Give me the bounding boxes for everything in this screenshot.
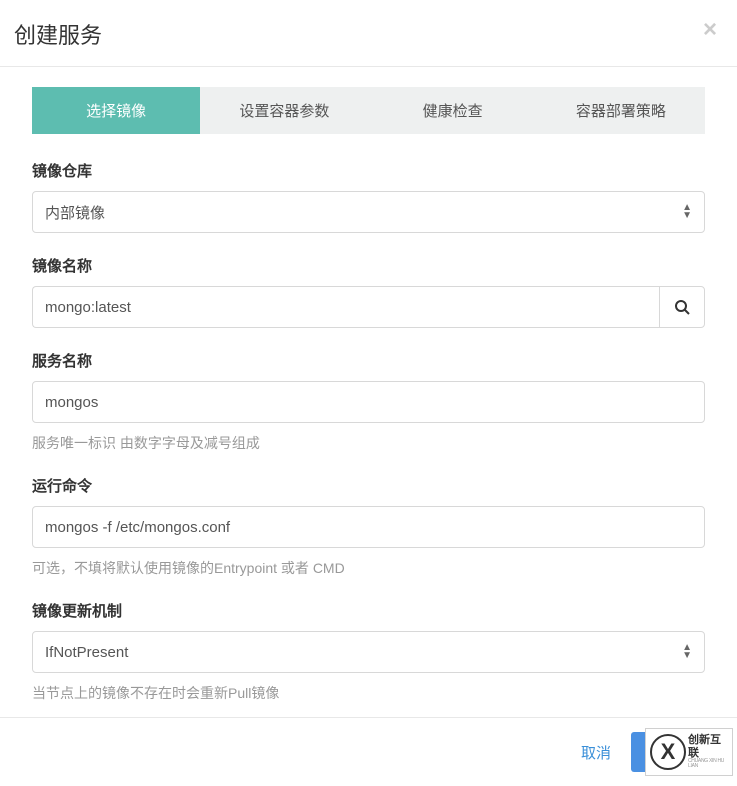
modal-footer: 取消 [0, 717, 737, 786]
watermark-logo: X 创新互联 CHUANG XIN HU LIAN [645, 728, 733, 776]
tab-select-image[interactable]: 选择镜像 [32, 87, 200, 134]
select-arrows-icon: ▲▼ [682, 644, 692, 660]
label-run-command: 运行命令 [32, 475, 705, 496]
input-service-name[interactable] [32, 381, 705, 423]
create-service-modal: 创建服务 × 选择镜像 设置容器参数 健康检查 容器部署策略 镜像仓库 内部镜像… [0, 0, 737, 786]
select-image-pull-policy-value: IfNotPresent [45, 644, 128, 661]
tab-bar: 选择镜像 设置容器参数 健康检查 容器部署策略 [32, 87, 705, 134]
select-arrows-icon: ▲▼ [682, 204, 692, 220]
input-run-command[interactable] [32, 506, 705, 548]
field-image-pull-policy: 镜像更新机制 IfNotPresent ▲▼ 当节点上的镜像不存在时会重新Pul… [32, 600, 705, 703]
modal-body: 选择镜像 设置容器参数 健康检查 容器部署策略 镜像仓库 内部镜像 ▲▼ 镜像名… [0, 67, 737, 717]
tab-deploy-strategy[interactable]: 容器部署策略 [537, 87, 705, 134]
help-service-name: 服务唯一标识 由数字字母及减号组成 [32, 433, 705, 453]
field-image-repo: 镜像仓库 内部镜像 ▲▼ [32, 160, 705, 233]
label-image-pull-policy: 镜像更新机制 [32, 600, 705, 621]
input-image-name[interactable] [32, 286, 659, 328]
label-image-name: 镜像名称 [32, 255, 705, 276]
field-service-name: 服务名称 服务唯一标识 由数字字母及减号组成 [32, 350, 705, 453]
search-button[interactable] [659, 286, 705, 328]
watermark-text: 创新互联 CHUANG XIN HU LIAN [688, 734, 728, 769]
watermark-circle-icon: X [650, 734, 686, 770]
help-run-command: 可选，不填将默认使用镜像的Entrypoint 或者 CMD [32, 558, 705, 578]
select-image-pull-policy[interactable]: IfNotPresent ▲▼ [32, 631, 705, 673]
help-image-pull-policy: 当节点上的镜像不存在时会重新Pull镜像 [32, 683, 705, 703]
input-group-image-name [32, 286, 705, 328]
tab-container-params[interactable]: 设置容器参数 [200, 87, 368, 134]
search-icon [674, 299, 690, 315]
modal-header: 创建服务 × [0, 0, 737, 67]
field-image-name: 镜像名称 [32, 255, 705, 328]
close-icon[interactable]: × [703, 18, 717, 42]
tab-health-check[interactable]: 健康检查 [369, 87, 537, 134]
select-image-repo[interactable]: 内部镜像 ▲▼ [32, 191, 705, 233]
label-image-repo: 镜像仓库 [32, 160, 705, 181]
field-run-command: 运行命令 可选，不填将默认使用镜像的Entrypoint 或者 CMD [32, 475, 705, 578]
modal-title: 创建服务 [14, 18, 102, 50]
cancel-button[interactable]: 取消 [581, 742, 611, 763]
label-service-name: 服务名称 [32, 350, 705, 371]
select-image-repo-value: 内部镜像 [45, 202, 105, 223]
